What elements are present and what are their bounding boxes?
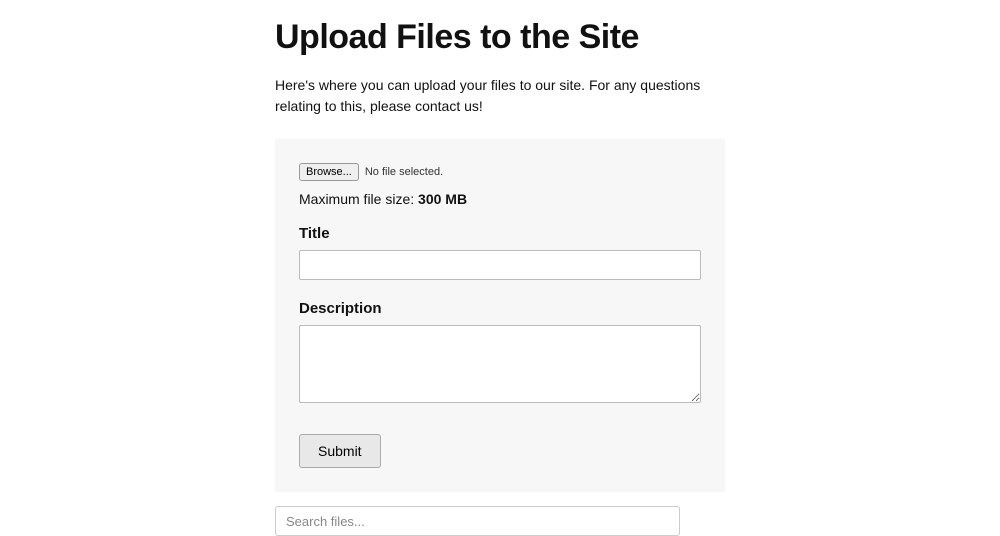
file-input-row: Browse... No file selected. — [299, 163, 701, 181]
title-input[interactable] — [299, 250, 701, 280]
max-file-size-value: 300 MB — [418, 191, 467, 207]
max-file-size-text: Maximum file size: 300 MB — [299, 191, 701, 207]
page-intro: Here's where you can upload your files t… — [275, 75, 725, 117]
upload-form-panel: Browse... No file selected. Maximum file… — [275, 139, 725, 492]
title-label: Title — [299, 225, 701, 242]
max-file-size-label: Maximum file size: — [299, 191, 418, 207]
browse-button[interactable]: Browse... — [299, 163, 359, 181]
description-label: Description — [299, 300, 701, 317]
search-input[interactable] — [275, 506, 680, 536]
page-title: Upload Files to the Site — [275, 18, 725, 57]
description-input[interactable] — [299, 325, 701, 403]
submit-button[interactable]: Submit — [299, 434, 381, 468]
search-row — [275, 506, 725, 536]
file-selected-status: No file selected. — [365, 166, 443, 178]
